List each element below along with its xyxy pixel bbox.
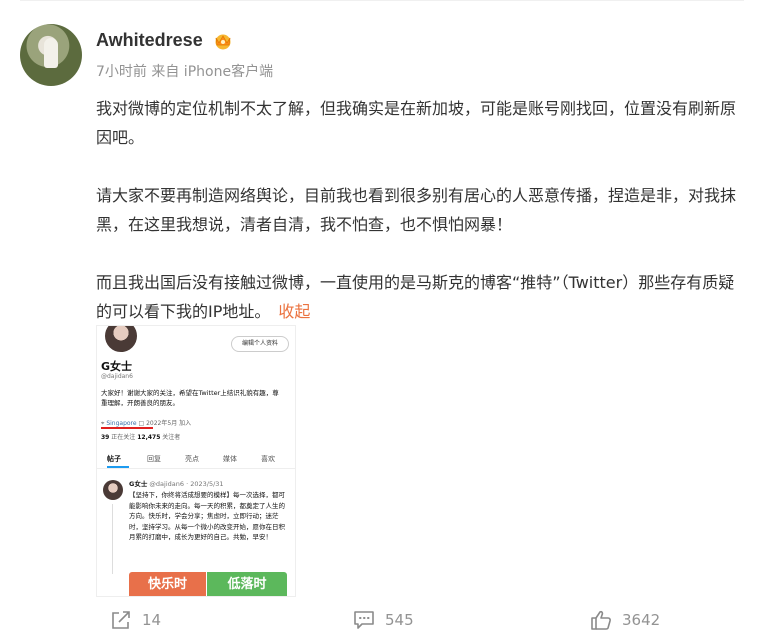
tweet-avatar [103,480,123,500]
profile-avatar [103,326,139,354]
share-icon [112,611,130,629]
comment-button[interactable]: 545 [353,606,414,634]
tab-replies: 回复 [147,455,161,463]
comment-count: 545 [385,611,414,629]
profile-location: Singapore [106,420,137,427]
post-actions-bar: 14 545 3642 [0,606,764,636]
post-meta: 7小时前 来自 iPhone客户端 [96,64,274,80]
username[interactable]: Awhitedrese [96,30,203,51]
post-content: 我对微博的定位机制不太了解，但我确实是在新加坡，可能是账号刚找回，位置没有刷新原… [96,94,746,326]
tab-posts: 帖子 [107,455,121,463]
collapse-link[interactable]: 收起 [278,302,310,321]
following-label: 正在关注 [111,434,136,441]
followers-label: 关注者 [162,434,181,441]
tweet-header: G女士 @dajidan6 · 2023/5/31 [129,478,224,488]
thumbs-up-icon [591,610,611,630]
post-paragraph-3-text: 而且我出国后没有接触过微博，一直使用的是马斯克的博客“推特”（Twitter）那… [96,273,735,321]
like-count: 3642 [622,611,661,629]
following-count: 39 [101,434,110,441]
top-divider [20,0,744,1]
tweet-image-right: 低落时 [207,572,287,596]
tab-highlights: 亮点 [185,455,199,463]
share-button[interactable]: 14 [110,606,161,634]
post-paragraph-1: 我对微博的定位机制不太了解，但我确实是在新加坡，可能是账号刚找回，位置没有刷新原… [96,99,737,147]
thread-line [112,504,113,574]
tab-likes: 喜欢 [261,455,275,463]
tweet-text: 【坚持下，你终将活成想要的模样】每一次选择，都可能影响你未来的走向。每一天的积累… [129,491,285,541]
followers-count: 12,475 [137,434,161,441]
crown-badge-icon[interactable] [212,32,234,50]
profile-bio: 大家好！谢谢大家的关注，希望在Twitter上结识礼貌有趣，尊重理解，开朗善良的… [101,389,279,407]
embedded-twitter-screenshot[interactable]: 编辑个人资料 G女士 @dajidan6 大家好！谢谢大家的关注，希望在Twit… [96,325,296,597]
like-button[interactable]: 3642 [590,606,660,634]
profile-display-name: G女士 [101,360,133,373]
calendar-icon: □ [138,420,145,427]
tweet-author: G女士 [129,480,148,488]
location-pin-icon: ⌖ [101,420,105,427]
post-paragraph-2: 请大家不要再制造网络舆论，目前我也看到很多别有居心的人恶意传播，捏造是非，对我抹… [96,186,737,234]
tweet-image-left: 快乐时 [129,572,206,596]
user-avatar[interactable] [20,24,82,86]
profile-follow-stats: 39 正在关注 12,475 关注者 [101,432,180,441]
tweet-handle-date: @dajidan6 · 2023/5/31 [149,480,224,488]
share-count: 14 [142,611,162,629]
comment-icon [354,611,374,629]
active-tab-indicator [107,466,129,468]
edit-profile-button: 编辑个人资料 [231,336,289,352]
tab-media: 媒体 [223,455,237,463]
profile-joined: 2022年5月 加入 [146,420,192,427]
profile-handle: @dajidan6 [101,373,133,380]
post-paragraph-3: 而且我出国后没有接触过微博，一直使用的是马斯克的博客“推特”（Twitter）那… [96,268,746,326]
red-underline-annotation [101,427,153,429]
